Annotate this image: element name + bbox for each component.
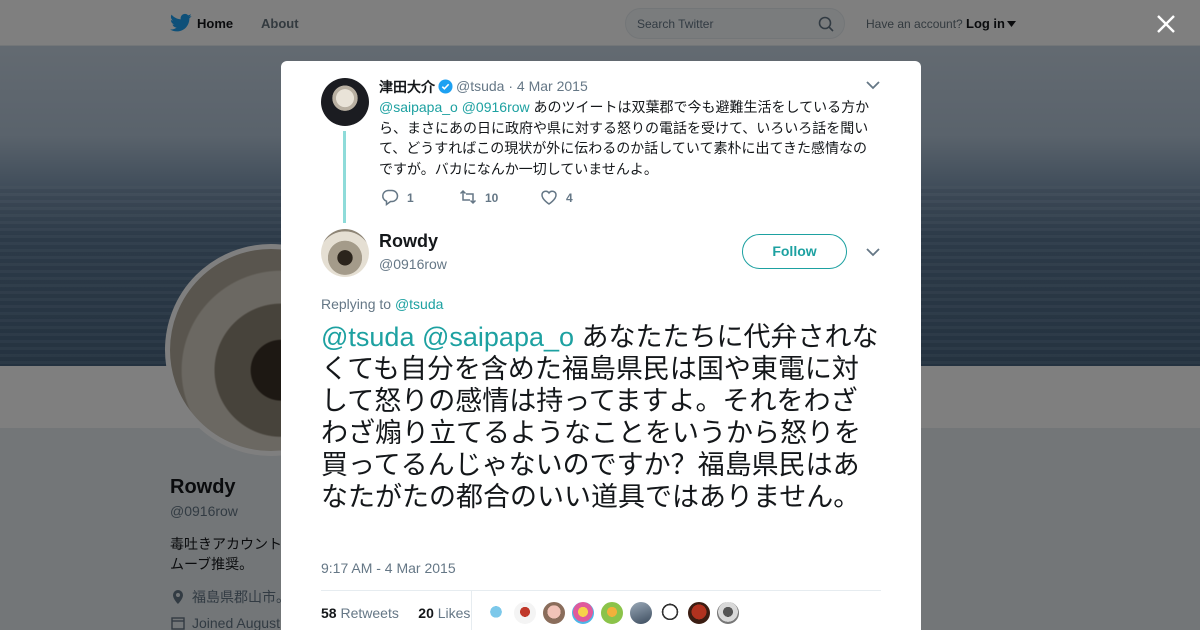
stats-separator bbox=[471, 591, 472, 630]
chevron-down-icon[interactable] bbox=[865, 79, 881, 91]
likes-label: Likes bbox=[437, 605, 471, 621]
parent-tweet-text: @saipapa_o @0916row あのツイートは双葉郡で今も避難生活をして… bbox=[379, 97, 879, 179]
parent-author[interactable]: 津田大介 bbox=[379, 77, 453, 97]
parent-tweet-date[interactable]: 4 Mar 2015 bbox=[517, 78, 588, 94]
mention-link[interactable]: @tsuda bbox=[321, 322, 414, 352]
retweets-stat[interactable]: 58 Retweets bbox=[321, 605, 399, 621]
tweet-author-avatar[interactable] bbox=[321, 229, 369, 277]
heart-icon bbox=[541, 190, 557, 205]
retweet-button[interactable]: 10 bbox=[459, 188, 498, 206]
liker-avatar[interactable] bbox=[484, 601, 508, 625]
mention-link[interactable]: @saipapa_o bbox=[422, 322, 574, 352]
conversation-thread-line bbox=[343, 131, 346, 223]
tweet-author-name[interactable]: Rowdy bbox=[379, 231, 438, 252]
liker-avatar[interactable] bbox=[716, 601, 740, 625]
liker-avatar[interactable] bbox=[658, 601, 682, 625]
parent-tweet-avatar[interactable] bbox=[321, 78, 369, 126]
parent-author-name[interactable]: 津田大介 bbox=[379, 79, 435, 95]
tweet-timestamp[interactable]: 9:17 AM - 4 Mar 2015 bbox=[321, 560, 456, 576]
parent-tweet-actions: 1 10 4 bbox=[381, 188, 681, 206]
liker-avatar[interactable] bbox=[571, 601, 595, 625]
close-icon[interactable] bbox=[1155, 13, 1177, 35]
verified-badge-icon bbox=[438, 79, 453, 94]
retweet-count: 10 bbox=[485, 191, 499, 205]
liker-avatar[interactable] bbox=[600, 601, 624, 625]
replying-to-link[interactable]: @tsuda bbox=[395, 296, 443, 312]
liker-avatar[interactable] bbox=[513, 601, 537, 625]
tweet-permalink-modal: 津田大介 @tsuda · 4 Mar 2015 @saipapa_o @091… bbox=[281, 61, 921, 630]
meta-separator: · bbox=[508, 78, 514, 94]
divider bbox=[321, 590, 881, 591]
like-count: 4 bbox=[566, 191, 573, 205]
tweet-author-handle[interactable]: @0916row bbox=[379, 256, 447, 272]
liker-avatar[interactable] bbox=[542, 601, 566, 625]
replying-to-label: Replying to bbox=[321, 296, 392, 312]
reply-count: 1 bbox=[407, 191, 414, 205]
chevron-down-icon[interactable] bbox=[865, 246, 881, 258]
reply-icon bbox=[382, 189, 399, 206]
retweet-icon bbox=[459, 189, 477, 205]
liker-avatar[interactable] bbox=[687, 601, 711, 625]
reply-button[interactable]: 1 bbox=[381, 188, 414, 206]
likes-count: 20 bbox=[418, 605, 434, 621]
likes-stat[interactable]: 20 Likes bbox=[418, 605, 470, 621]
retweets-label: Retweets bbox=[340, 605, 399, 621]
mention-link[interactable]: @0916row bbox=[462, 99, 530, 115]
retweets-count: 58 bbox=[321, 605, 337, 621]
mention-link[interactable]: @saipapa_o bbox=[379, 99, 458, 115]
tweet-stats: 58 Retweets 20 Likes bbox=[321, 591, 472, 630]
follow-button[interactable]: Follow bbox=[742, 234, 847, 269]
liker-avatar[interactable] bbox=[629, 601, 653, 625]
like-button[interactable]: 4 bbox=[540, 188, 573, 206]
parent-author-handle[interactable]: @tsuda bbox=[456, 78, 504, 94]
tweet-text: @tsuda @saipapa_o あなたたちに代弁されなくても自分を含めた福島… bbox=[321, 321, 883, 513]
parent-tweet-meta: @tsuda · 4 Mar 2015 bbox=[456, 78, 588, 94]
replying-to: Replying to @tsuda bbox=[321, 296, 443, 312]
